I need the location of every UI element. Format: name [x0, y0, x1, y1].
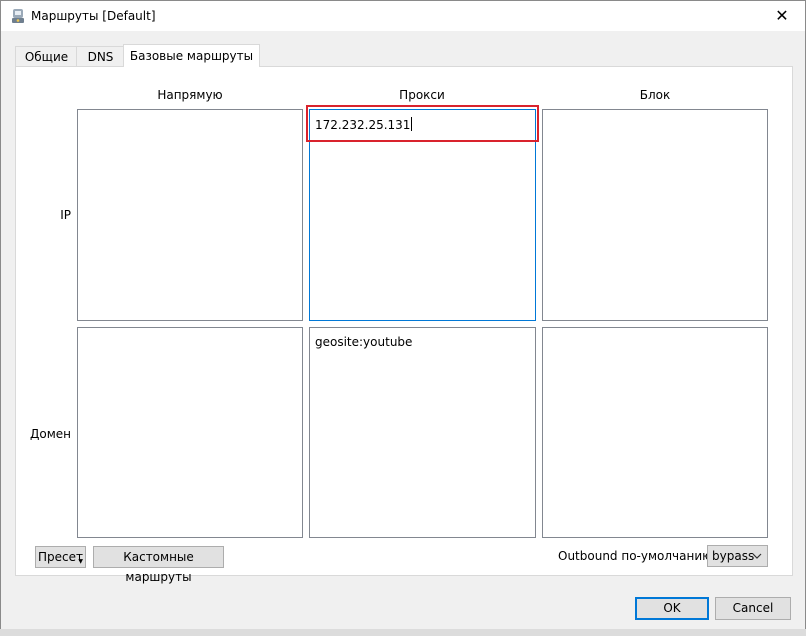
preset-button[interactable]: Пресет ▼ — [35, 546, 86, 568]
row-label-ip: IP — [60, 208, 71, 222]
outbound-label: Outbound по-умолчанию — [558, 549, 713, 563]
window-title: Маршруты [Default] — [31, 9, 156, 23]
ip-proxy-text: 172.232.25.131 — [315, 117, 413, 132]
preset-label: Пресет — [38, 550, 83, 564]
column-header-direct: Напрямую — [157, 88, 223, 102]
column-header-block: Блок — [639, 88, 671, 102]
ip-direct-textarea[interactable] — [77, 109, 303, 321]
outbound-select[interactable]: bypass — [707, 545, 768, 567]
routes-dialog: Маршруты [Default] ✕ Общие DNS Базовые м… — [0, 0, 806, 630]
domain-proxy-text: geosite:youtube — [315, 335, 413, 349]
custom-routes-button[interactable]: Кастомные маршруты — [93, 546, 224, 584]
chevron-down-icon — [752, 553, 762, 559]
ip-proxy-textarea[interactable]: 172.232.25.131 — [309, 109, 536, 321]
ip-block-textarea[interactable] — [542, 109, 768, 321]
tab-dns[interactable]: DNS — [76, 46, 125, 67]
domain-block-textarea[interactable] — [542, 327, 768, 538]
tab-general[interactable]: Общие — [15, 46, 78, 67]
outbound-value: bypass — [712, 549, 755, 563]
ip-proxy-value: 172.232.25.131 — [315, 118, 411, 132]
cancel-button[interactable]: Cancel — [715, 597, 791, 620]
app-icon — [12, 9, 24, 23]
domain-direct-textarea[interactable] — [77, 327, 303, 538]
dropdown-arrow-icon: ▼ — [78, 558, 83, 565]
ok-button[interactable]: OK — [635, 597, 709, 620]
row-label-domain: Домен — [30, 427, 71, 441]
title-bar: Маршруты [Default] ✕ — [1, 1, 805, 31]
close-button[interactable]: ✕ — [759, 1, 805, 31]
tab-basic-routes[interactable]: Базовые маршруты — [123, 44, 260, 67]
text-caret — [411, 117, 413, 131]
column-header-proxy: Прокси — [399, 88, 445, 102]
domain-proxy-textarea[interactable]: geosite:youtube — [309, 327, 536, 538]
close-icon: ✕ — [775, 6, 789, 25]
background-window-strip — [0, 629, 806, 636]
